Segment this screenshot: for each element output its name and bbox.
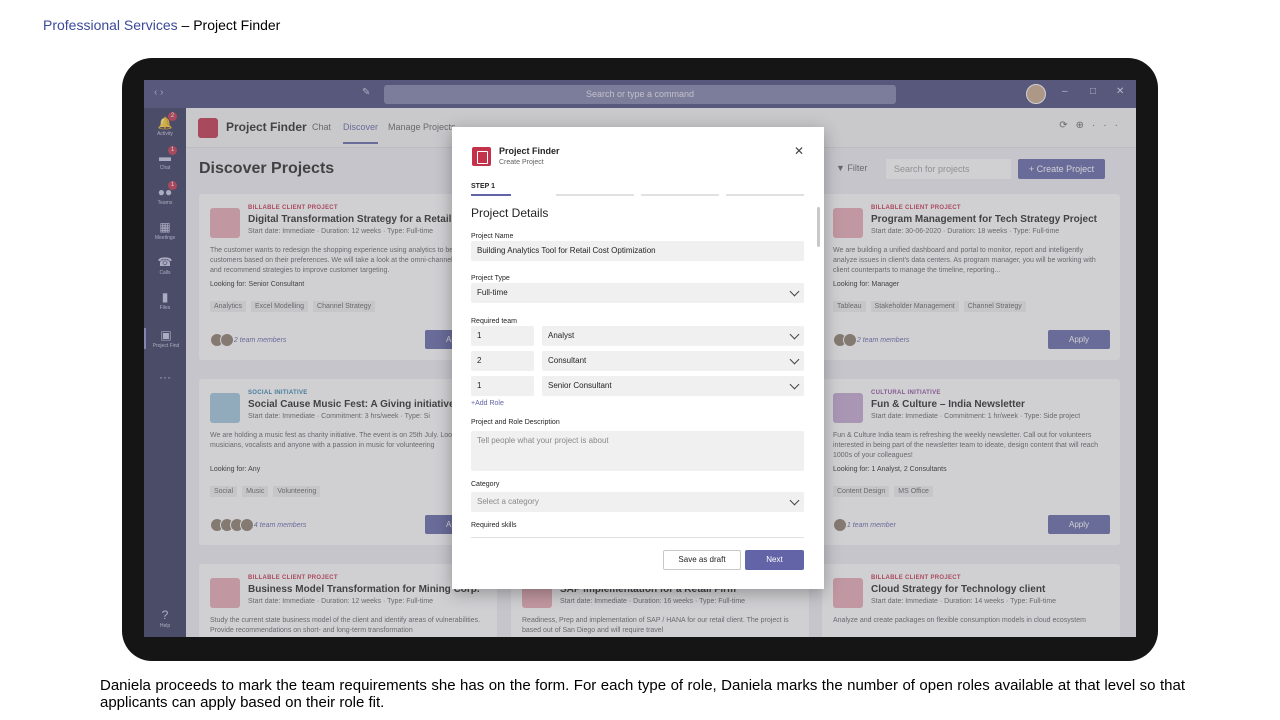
chevron-down-icon bbox=[789, 379, 800, 390]
chevron-down-icon bbox=[789, 354, 800, 365]
close-icon[interactable]: ✕ bbox=[794, 144, 804, 158]
save-draft-button[interactable]: Save as draft bbox=[663, 550, 741, 570]
dialog-app-name: Project Finder bbox=[499, 146, 560, 156]
step-progress-2 bbox=[556, 194, 634, 196]
add-role-link[interactable]: +Add Role bbox=[471, 400, 504, 407]
create-project-dialog: Project Finder Create Project ✕ STEP 1 P… bbox=[452, 127, 824, 589]
slide-title-accent: Professional Services bbox=[43, 17, 178, 33]
chevron-down-icon bbox=[789, 329, 800, 340]
dialog-subtitle: Create Project bbox=[499, 159, 544, 166]
step-progress-3 bbox=[641, 194, 719, 196]
description-label: Project and Role Description bbox=[471, 419, 560, 426]
role-select[interactable]: Consultant bbox=[542, 351, 804, 371]
next-button[interactable]: Next bbox=[745, 550, 804, 570]
chevron-down-icon bbox=[789, 286, 800, 297]
role-count-field[interactable]: 2 bbox=[471, 351, 534, 371]
role-count-field[interactable]: 1 bbox=[471, 376, 534, 396]
required-skills-label: Required skills bbox=[471, 522, 517, 529]
step-label: STEP 1 bbox=[471, 183, 495, 190]
device-frame: ‹ › ✎ Search or type a command – □ ✕ 🔔 Ac… bbox=[122, 58, 1158, 661]
role-select[interactable]: Senior Consultant bbox=[542, 376, 804, 396]
category-value: Select a category bbox=[477, 497, 539, 506]
divider bbox=[471, 537, 804, 538]
role-select[interactable]: Analyst bbox=[542, 326, 804, 346]
step-progress-1 bbox=[471, 194, 511, 196]
section-title: Project Details bbox=[471, 206, 549, 220]
project-type-label: Project Type bbox=[471, 275, 510, 282]
role-count-field[interactable]: 1 bbox=[471, 326, 534, 346]
project-name-label: Project Name bbox=[471, 233, 514, 240]
role-value: Analyst bbox=[548, 331, 575, 340]
role-value: Consultant bbox=[548, 356, 587, 365]
category-select[interactable]: Select a category bbox=[471, 492, 804, 512]
required-team-label: Required team bbox=[471, 318, 517, 325]
role-value: Senior Consultant bbox=[548, 381, 612, 390]
project-name-field[interactable]: Building Analytics Tool for Retail Cost … bbox=[471, 241, 804, 261]
slide-title-rest: – Project Finder bbox=[177, 17, 281, 33]
slide-caption: Daniela proceeds to mark the team requir… bbox=[100, 677, 1185, 711]
project-type-value: Full-time bbox=[477, 288, 508, 297]
step-progress-4 bbox=[726, 194, 804, 196]
teams-screen: ‹ › ✎ Search or type a command – □ ✕ 🔔 Ac… bbox=[144, 80, 1136, 637]
description-field[interactable]: Tell people what your project is about bbox=[471, 431, 804, 471]
project-type-select[interactable]: Full-time bbox=[471, 283, 804, 303]
chevron-down-icon bbox=[789, 495, 800, 506]
slide-title: Professional Services – Project Finder bbox=[43, 17, 280, 33]
dialog-scrollbar[interactable] bbox=[817, 207, 820, 247]
category-label: Category bbox=[471, 481, 500, 488]
project-finder-logo bbox=[472, 147, 491, 166]
dialog-form: Project Details Project Name Building An… bbox=[452, 199, 824, 537]
